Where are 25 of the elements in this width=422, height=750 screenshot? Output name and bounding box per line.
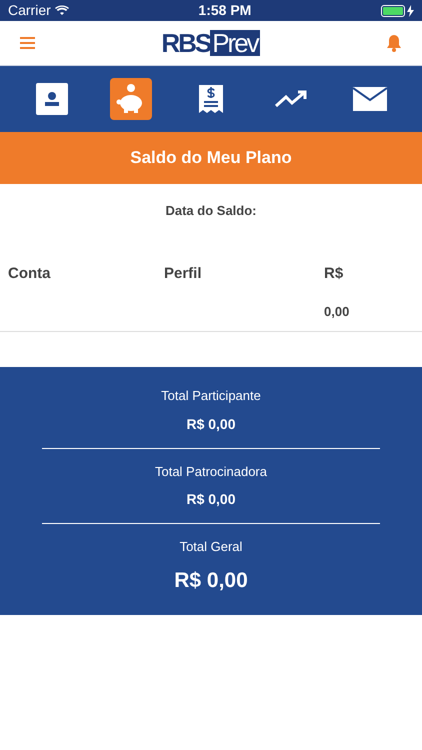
balance-date-label: Data do Saldo: [165,202,256,220]
total-label: Total Patrocinadora [154,462,267,480]
battery-icon [380,4,405,16]
charging-icon [406,4,414,16]
carrier-label: Carrier [8,1,51,20]
menu-button[interactable] [20,37,35,49]
wifi-icon [54,5,69,16]
column-header: R$ [324,264,344,284]
logo: RBSPrev [161,30,260,56]
envelope-icon [353,87,388,111]
clock: 1:58 PM [198,1,252,20]
column-header: Conta [8,264,52,284]
nav-tab[interactable] [110,78,152,120]
total-value: R$ 0,00 [174,568,248,594]
total-label: Total Geral [180,538,242,556]
total-label: Total Participante [161,387,261,405]
trend-up-icon [274,89,308,109]
total-value: R$ 0,00 [186,414,236,434]
page-title: Saldo do Meu Plano [130,147,292,170]
column-header: Perfil [164,264,203,284]
receipt-icon [196,83,225,115]
table-cell-text: 0,00 [324,302,350,321]
id-card-icon [36,83,68,115]
total-value: R$ 0,00 [186,490,236,509]
bell-icon[interactable] [386,34,402,52]
